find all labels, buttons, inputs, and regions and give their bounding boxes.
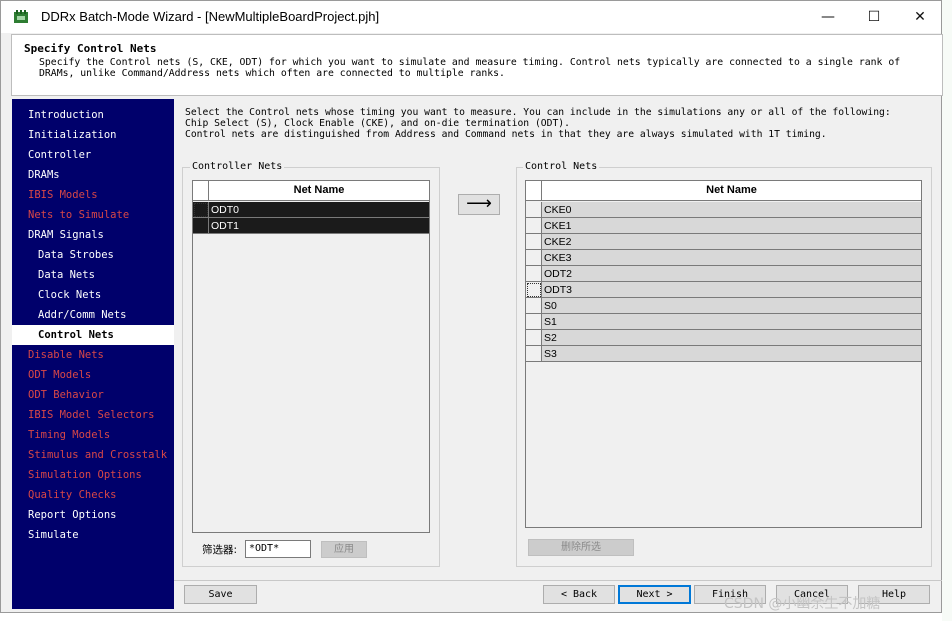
nav-item-control-nets[interactable]: Control Nets: [12, 325, 174, 345]
next-button[interactable]: Next >: [618, 585, 691, 604]
row-selector[interactable]: [526, 330, 542, 346]
nav-item-timing-models[interactable]: Timing Models: [12, 425, 174, 445]
table-row[interactable]: ODT2: [526, 266, 921, 282]
right-arrow-icon: ⟶: [466, 193, 492, 214]
table-row[interactable]: CKE1: [526, 218, 921, 234]
minimize-icon: —: [821, 9, 835, 25]
nav-item-ibis-models[interactable]: IBIS Models: [12, 185, 174, 205]
grid-header: Net Name: [193, 181, 429, 201]
nav-item-disable-nets[interactable]: Disable Nets: [12, 345, 174, 365]
instruction-line-1: Select the Control nets whose timing you…: [185, 107, 891, 118]
page-description-line-1: Specify the Control nets (S, CKE, ODT) f…: [39, 57, 901, 68]
apply-filter-button[interactable]: 应用: [321, 541, 367, 558]
net-name-cell[interactable]: ODT3: [542, 282, 921, 298]
row-selector[interactable]: [526, 266, 542, 282]
net-name-cell[interactable]: CKE2: [542, 234, 921, 250]
net-name-cell[interactable]: S3: [542, 346, 921, 362]
row-selector[interactable]: [526, 346, 542, 362]
close-icon: ✕: [914, 9, 926, 25]
footer-divider: [174, 580, 942, 581]
table-row[interactable]: CKE2: [526, 234, 921, 250]
nav-item-simulate[interactable]: Simulate: [12, 525, 174, 545]
nav-item-simulation-options[interactable]: Simulation Options: [12, 465, 174, 485]
row-selector[interactable]: [193, 202, 209, 218]
table-row[interactable]: ODT3: [526, 282, 921, 298]
maximize-icon: ☐: [867, 9, 881, 25]
filter-input[interactable]: *ODT*: [245, 540, 311, 558]
net-name-cell[interactable]: CKE0: [542, 202, 921, 218]
grid-header: Net Name: [526, 181, 921, 201]
net-name-cell[interactable]: S1: [542, 314, 921, 330]
delete-selected-button[interactable]: 删除所选: [528, 539, 634, 556]
net-name-cell[interactable]: ODT1: [209, 218, 429, 234]
watermark: CSDN @小幽余生不加糖: [724, 596, 881, 612]
page-description-line-2: DRAMs, unlike Command/Address nets which…: [39, 68, 505, 79]
column-header-net-name[interactable]: Net Name: [542, 181, 921, 200]
table-row[interactable]: ODT1: [193, 218, 429, 234]
controller-nets-grid[interactable]: Net Name ODT0 ODT1: [192, 180, 430, 533]
nav-item-drams[interactable]: DRAMs: [12, 165, 174, 185]
net-name-cell[interactable]: ODT2: [542, 266, 921, 282]
nav-item-clock-nets[interactable]: Clock Nets: [12, 285, 174, 305]
table-row[interactable]: S2: [526, 330, 921, 346]
minimize-button[interactable]: —: [805, 1, 851, 33]
nav-item-report-options[interactable]: Report Options: [12, 505, 174, 525]
row-selector[interactable]: [526, 314, 542, 330]
wizard-window: DDRx Batch-Mode Wizard - [NewMultipleBoa…: [0, 0, 943, 613]
row-selector[interactable]: [526, 202, 542, 218]
net-name-cell[interactable]: S0: [542, 298, 921, 314]
control-nets-grid[interactable]: Net Name CKE0 CKE1 CKE2 CKE3 ODT2 ODT3 S0 S1 S2 S…: [525, 180, 922, 528]
nav-item-introduction[interactable]: Introduction: [12, 105, 174, 125]
nav-item-dram-signals[interactable]: DRAM Signals: [12, 225, 174, 245]
wizard-nav: Introduction Initialization Controller DRAM…: [12, 99, 174, 609]
table-row[interactable]: CKE3: [526, 250, 921, 266]
background-strip: [942, 0, 952, 621]
nav-item-controller[interactable]: Controller: [12, 145, 174, 165]
table-row[interactable]: S3: [526, 346, 921, 362]
nav-item-data-strobes[interactable]: Data Strobes: [12, 245, 174, 265]
select-all-corner[interactable]: [526, 181, 542, 200]
nav-item-stimulus-and-crosstalk[interactable]: Stimulus and Crosstalk: [12, 445, 174, 465]
maximize-button[interactable]: ☐: [851, 1, 897, 33]
net-name-cell[interactable]: CKE3: [542, 250, 921, 266]
table-row[interactable]: ODT0: [193, 202, 429, 218]
nav-item-quality-checks[interactable]: Quality Checks: [12, 485, 174, 505]
table-row[interactable]: S1: [526, 314, 921, 330]
page-title: Specify Control Nets: [24, 42, 157, 55]
filter-label: 筛选器:: [202, 544, 238, 556]
control-nets-label: Control Nets: [523, 161, 600, 172]
page-header: Specify Control Nets Specify the Control…: [11, 34, 943, 96]
net-name-cell[interactable]: CKE1: [542, 218, 921, 234]
nav-item-initialization[interactable]: Initialization: [12, 125, 174, 145]
nav-item-addr-comm-nets[interactable]: Addr/Comm Nets: [12, 305, 174, 325]
net-name-cell[interactable]: S2: [542, 330, 921, 346]
column-header-net-name[interactable]: Net Name: [209, 181, 429, 200]
table-row[interactable]: S0: [526, 298, 921, 314]
instruction-line-3: Control nets are distinguished from Addr…: [185, 129, 827, 140]
save-button[interactable]: Save: [184, 585, 257, 604]
nav-item-ibis-model-selectors[interactable]: IBIS Model Selectors: [12, 405, 174, 425]
controller-nets-label: Controller Nets: [190, 161, 285, 172]
nav-item-nets-to-simulate[interactable]: Nets to Simulate: [12, 205, 174, 225]
row-selector[interactable]: [526, 234, 542, 250]
nav-item-odt-behavior[interactable]: ODT Behavior: [12, 385, 174, 405]
row-selector[interactable]: [526, 250, 542, 266]
table-row[interactable]: CKE0: [526, 202, 921, 218]
app-icon: [14, 10, 28, 23]
select-all-corner[interactable]: [193, 181, 209, 200]
nav-item-odt-models[interactable]: ODT Models: [12, 365, 174, 385]
title-bar[interactable]: DDRx Batch-Mode Wizard - [NewMultipleBoa…: [1, 1, 941, 33]
move-to-control-button[interactable]: ⟶: [458, 194, 500, 215]
net-name-cell[interactable]: ODT0: [209, 202, 429, 218]
instruction-line-2: Chip Select (S), Clock Enable (CKE), and…: [185, 118, 570, 129]
row-selector[interactable]: [526, 282, 542, 298]
close-button[interactable]: ✕: [897, 1, 943, 33]
row-selector[interactable]: [526, 218, 542, 234]
nav-item-data-nets[interactable]: Data Nets: [12, 265, 174, 285]
row-selector[interactable]: [526, 298, 542, 314]
row-selector[interactable]: [193, 218, 209, 234]
back-button[interactable]: < Back: [543, 585, 615, 604]
window-title: DDRx Batch-Mode Wizard - [NewMultipleBoa…: [41, 9, 380, 24]
